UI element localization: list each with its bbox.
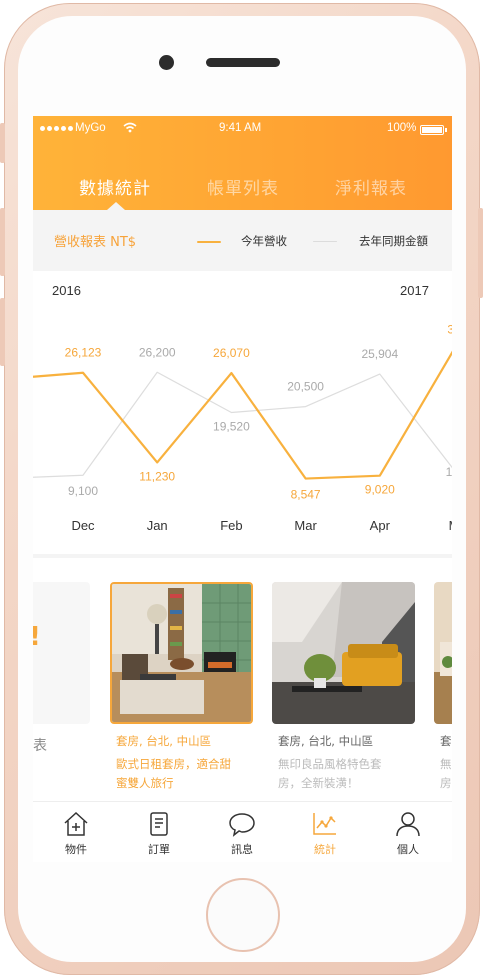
wifi-icon bbox=[123, 122, 137, 136]
home-button[interactable] bbox=[206, 878, 280, 952]
line-chart: 9,100 26,200 19,520 20,500 25,904 10, 26,123 11… bbox=[33, 322, 452, 533]
report-title: 營收報表 NT$ bbox=[54, 235, 137, 250]
data-label: 26,070 bbox=[213, 346, 250, 360]
listing-card-muji-suite[interactable] bbox=[272, 582, 415, 724]
battery-icon bbox=[420, 125, 447, 135]
data-label: 26,200 bbox=[139, 345, 176, 359]
data-label: 20,500 bbox=[287, 380, 324, 394]
person-icon bbox=[396, 812, 420, 837]
earpiece-speaker bbox=[206, 58, 280, 67]
listing-card-partial-right[interactable] bbox=[434, 582, 452, 724]
listing-title-line1: 無 bbox=[440, 757, 452, 771]
power-button bbox=[478, 208, 483, 298]
listing-photo-bedroom bbox=[434, 582, 452, 724]
app-screen: MyGo 9:41 AM 100% 數據統計 帳單列表 淨利報表 營收報表 NT… bbox=[33, 116, 452, 862]
tabbar-label: 訂單 bbox=[148, 843, 170, 856]
current-year-swatch bbox=[197, 241, 221, 243]
tab-bills[interactable]: 帳單列表 bbox=[207, 174, 279, 199]
x-tick-label: Apr bbox=[370, 518, 391, 533]
brand-mark-icon: ! bbox=[33, 622, 41, 652]
listing-location: 套房, 台北, 中山區 bbox=[278, 734, 374, 748]
line-chart-icon bbox=[313, 813, 336, 835]
partial-left-caption: 表 bbox=[33, 738, 47, 754]
front-camera bbox=[159, 55, 174, 70]
carrier-name: MyGo bbox=[75, 122, 106, 134]
tabbar-label: 物件 bbox=[65, 843, 87, 856]
listing-title-line1[interactable]: 無印良品風格特色套 bbox=[278, 755, 382, 774]
status-time: 9:41 AM bbox=[219, 122, 262, 134]
top-tabs: 數據統計 帳單列表 淨利報表 bbox=[33, 174, 452, 204]
listing-location: 套房, 台北, 中山區 bbox=[116, 734, 212, 748]
current-year-label: 今年營收 bbox=[241, 234, 287, 248]
bottom-tab-bar: 物件 訂單 訊息 統計 個人 bbox=[33, 801, 452, 862]
listing-photo-modern-lounge bbox=[272, 582, 415, 724]
volume-up-button bbox=[0, 208, 5, 276]
active-tab-indicator bbox=[107, 202, 125, 210]
data-label: 19,520 bbox=[213, 419, 250, 433]
chart-legend: 營收報表 NT$ 今年營收 去年同期金額 bbox=[33, 210, 452, 265]
x-tick-label: Mar bbox=[294, 518, 317, 533]
house-plus-icon bbox=[64, 811, 88, 836]
tabbar-label: 訊息 bbox=[231, 843, 253, 856]
x-tick-label: M bbox=[449, 518, 452, 533]
listing-photo-living-room bbox=[112, 584, 251, 722]
listing-title-line2[interactable]: 房，全新裝潢！ bbox=[278, 774, 359, 793]
listing-carousel: ! 表 bbox=[33, 558, 452, 801]
tab-statistics[interactable]: 數據統計 bbox=[79, 174, 151, 199]
battery-percent: 100% bbox=[387, 122, 417, 134]
previous-year-swatch bbox=[313, 241, 337, 242]
x-tick-label: Jan bbox=[147, 518, 168, 533]
listing-title-line2[interactable]: 蜜雙人旅行 bbox=[116, 774, 174, 793]
tabbar-label: 統計 bbox=[314, 843, 336, 856]
listing-location: 套 bbox=[440, 734, 452, 748]
listing-card-partial-left[interactable]: ! bbox=[33, 582, 90, 724]
data-label: 10, bbox=[446, 465, 452, 479]
listing-title-line2: 房 bbox=[440, 776, 452, 790]
data-label: 9,020 bbox=[365, 483, 395, 497]
document-icon bbox=[150, 812, 168, 836]
data-label: 9,100 bbox=[68, 484, 98, 498]
revenue-chart: 2016 2017 9,100 26,200 19,520 20,500 25,904 1… bbox=[33, 271, 452, 554]
signal-dots-icon bbox=[40, 126, 73, 131]
tab-profit-report[interactable]: 淨利報表 bbox=[335, 174, 407, 199]
data-label: 26,123 bbox=[65, 346, 102, 360]
data-label: 25,904 bbox=[361, 347, 398, 361]
volume-down-button bbox=[0, 298, 5, 366]
data-label: 8,547 bbox=[291, 488, 321, 502]
data-label: 11,230 bbox=[139, 469, 175, 483]
listing-card-european-suite[interactable] bbox=[110, 582, 253, 724]
previous-year-label: 去年同期金額 bbox=[359, 234, 428, 248]
mute-switch bbox=[0, 123, 5, 163]
listing-title-line1[interactable]: 歐式日租套房，適合甜 bbox=[116, 755, 231, 774]
header: MyGo 9:41 AM 100% 數據統計 帳單列表 淨利報表 bbox=[33, 116, 452, 210]
series-line-current-year bbox=[33, 350, 452, 480]
x-tick-label: Feb bbox=[220, 518, 242, 533]
data-label: 30 bbox=[447, 322, 452, 336]
x-tick-label: Dec bbox=[71, 518, 95, 533]
chat-bubble-icon bbox=[229, 813, 255, 837]
tabbar-label: 個人 bbox=[397, 843, 419, 856]
